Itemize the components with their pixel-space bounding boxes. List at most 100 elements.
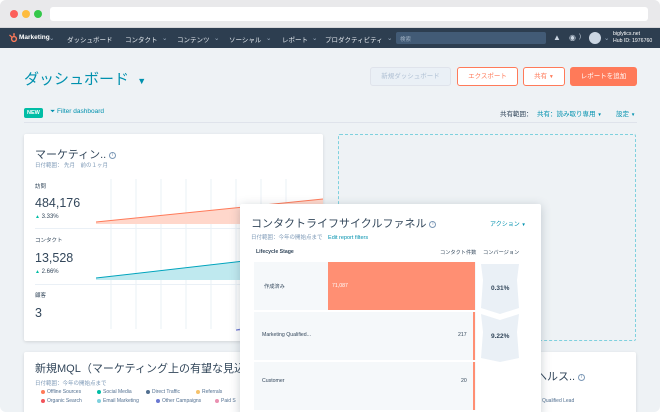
legend-item: Social Media: [97, 389, 132, 395]
legend-item: Email Marketing: [97, 398, 139, 404]
account-info[interactable]: biglytics.net Hub ID: 1976760: [613, 31, 652, 44]
share-button[interactable]: 共有 ▼: [523, 67, 565, 86]
nav-item-content[interactable]: コンテンツ: [177, 34, 210, 44]
column-header-conversion: コンバージョン: [483, 250, 520, 256]
caret-down-icon: ▼: [597, 112, 602, 117]
metric-value-customers: 3: [35, 306, 42, 320]
conversion-arrows: [481, 264, 519, 362]
sharing-dropdown[interactable]: 共有：読み取り専用 ▼: [537, 108, 602, 118]
academy-icon[interactable]: ▲: [553, 33, 561, 42]
metric-label-visits: 訪問: [35, 184, 47, 190]
chevron-down-icon: ⌄: [604, 35, 610, 42]
actions-dropdown[interactable]: アクション ▼: [490, 219, 526, 228]
funnel-bar: [473, 362, 475, 410]
sprocket-logo-icon[interactable]: [8, 33, 18, 43]
legend-item: Organic Search: [41, 398, 82, 404]
info-icon[interactable]: i: [429, 220, 437, 228]
nav-brand-label[interactable]: Marketing: [19, 34, 50, 41]
marketing-card-title: マーケティン.. i: [35, 146, 117, 162]
avatar[interactable]: [589, 32, 601, 44]
legend-label: Organic Search: [47, 398, 82, 404]
metric-change-visits-text: 3.33%: [41, 214, 59, 220]
metric-value-visits: 484,176: [35, 196, 81, 210]
settings-dropdown[interactable]: 設定 ▼: [616, 108, 635, 118]
chevron-down-icon: ⌄: [266, 35, 272, 42]
info-icon[interactable]: i: [578, 373, 586, 381]
stage-label: 作成済み: [264, 284, 285, 290]
chevron-down-icon: ⌄: [214, 35, 220, 42]
legend-label: Direct Traffic: [152, 389, 180, 395]
column-header-stage: Lifecycle Stage: [256, 249, 294, 255]
legend-dot: [97, 389, 101, 394]
browser-chrome: [0, 0, 660, 28]
notification-icon[interactable]: ): [579, 34, 581, 40]
funnel-card-title: コンタクトライフサイクルファネル i: [251, 215, 437, 231]
new-badge: NEW: [24, 108, 43, 118]
caret-down-icon: ▼: [137, 76, 147, 86]
legend-label: Referrals: [202, 389, 223, 395]
funnel-card-date-range: 日付範囲：今年の開始点まで Edit report filters: [251, 233, 368, 241]
calling-icon[interactable]: ◉: [569, 33, 576, 42]
caret-down-icon: ▼: [630, 112, 636, 117]
column-header-count: コンタクト件数: [440, 250, 477, 256]
legend-item: Other Campaigns: [156, 398, 201, 404]
search-input[interactable]: 検索: [396, 32, 546, 44]
up-arrow-icon: ▲: [35, 214, 40, 220]
nav-item-dashboard[interactable]: ダッシュボード: [67, 34, 113, 44]
legend-dot: [146, 389, 150, 394]
mql-card-date-range: 日付範囲：今年の開始点まで: [35, 381, 107, 387]
info-icon[interactable]: i: [109, 151, 117, 159]
page-title[interactable]: ダッシュボード ▼: [24, 68, 146, 89]
funnel-bar: [473, 312, 475, 360]
count-value: 217: [458, 332, 467, 338]
stage-label: Customer: [262, 378, 285, 384]
nav-item-reports[interactable]: レポート: [282, 34, 308, 44]
add-report-button[interactable]: レポートを追加: [570, 67, 637, 86]
funnel-bar: [328, 262, 475, 310]
conversion-value: 0.31%: [491, 285, 510, 292]
marketing-card-title-text: マーケティン..: [35, 149, 107, 161]
nav-item-productivity[interactable]: プロダクティビティ: [325, 34, 383, 44]
count-value: 20: [461, 378, 467, 384]
up-arrow-icon: ▲: [35, 269, 40, 275]
legend-dot: [215, 398, 219, 403]
legend-dot: [97, 398, 101, 403]
address-bar[interactable]: [50, 7, 648, 21]
mql-card-title: 新規MQL（マーケティング上の有望な見込: [35, 363, 245, 375]
legend-label: Other Campaigns: [162, 398, 202, 404]
export-button[interactable]: エクスポート: [457, 67, 518, 86]
funnel-date-range-text: 日付範囲：今年の開始点まで: [251, 235, 323, 241]
caret-down-icon: ▼: [548, 74, 554, 80]
legend-item: Direct Traffic: [146, 389, 180, 395]
legend-dot: [196, 389, 200, 394]
close-window-icon[interactable]: [10, 10, 18, 18]
legend-item: Paid S: [215, 398, 236, 404]
filter-dashboard-link[interactable]: ⏷ Filter dashboard: [50, 108, 104, 116]
filter-icon: ⏷: [50, 108, 56, 115]
legend-dot: [156, 398, 160, 403]
metric-label-customers: 顧客: [35, 293, 47, 299]
chevron-down-icon: ⌄: [162, 35, 168, 42]
lifecycle-funnel-card[interactable]: コンタクトライフサイクルファネル i アクション ▼ 日付範囲：今年の開始点まで …: [240, 204, 541, 412]
health-card-title: ヘルス.. i: [536, 368, 586, 384]
legend-item: Offline Sources: [41, 389, 81, 395]
nav-item-contacts[interactable]: コンタクト: [125, 34, 158, 44]
legend-dot: [41, 398, 45, 403]
legend-label: Social Media: [103, 389, 132, 395]
metric-change-contacts-text: 2.66%: [41, 269, 59, 275]
conversion-value: 9.22%: [491, 333, 510, 340]
dashboard-title-text: ダッシュボード: [24, 71, 130, 88]
count-value: 71,087: [332, 283, 348, 289]
nav-item-social[interactable]: ソーシャル: [229, 34, 261, 44]
minimize-window-icon[interactable]: [22, 10, 30, 18]
table-row[interactable]: [254, 362, 476, 410]
legend-label: Qualified Lead: [542, 398, 575, 404]
edit-report-filters-link[interactable]: Edit report filters: [328, 235, 368, 241]
account-hub-id: Hub ID: 1976760: [613, 37, 653, 44]
sharing-label: 共有範囲：: [500, 111, 533, 118]
maximize-window-icon[interactable]: [34, 10, 42, 18]
new-dashboard-button[interactable]: 新規ダッシュボード: [370, 67, 451, 86]
health-card-title-text: ヘルス..: [536, 371, 576, 383]
caret-down-icon: ▼: [521, 222, 526, 227]
legend-item: Qualified Lead: [536, 398, 574, 404]
